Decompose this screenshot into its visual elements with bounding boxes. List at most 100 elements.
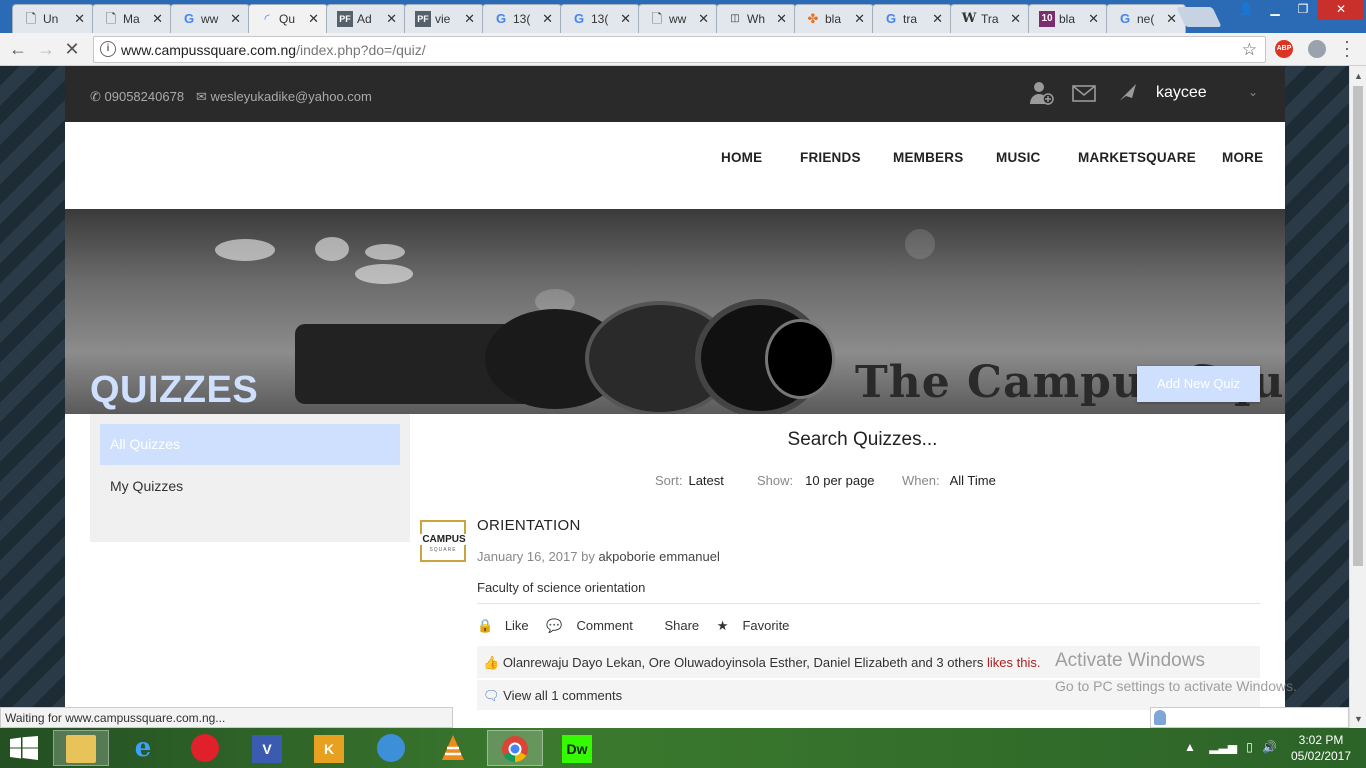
windows-start-icon[interactable] xyxy=(10,736,38,760)
system-clock[interactable]: 3:02 PM 05/02/2017 xyxy=(1283,732,1359,764)
forward-arrow-icon[interactable]: → xyxy=(36,39,56,59)
close-tab-icon[interactable]: ✕ xyxy=(74,11,85,27)
close-tab-icon[interactable]: ✕ xyxy=(1088,11,1099,27)
back-arrow-icon[interactable]: ← xyxy=(8,39,28,59)
user-profile-icon[interactable]: 👤 xyxy=(1236,0,1256,20)
scrollbar-thumb[interactable] xyxy=(1353,86,1363,566)
author-link[interactable]: akpoborie emmanuel xyxy=(598,549,719,564)
likers-list[interactable]: Olanrewaju Dayo Lekan, Ore Oluwadoyinsol… xyxy=(503,655,984,670)
chrome-icon[interactable] xyxy=(487,730,543,766)
close-tab-icon[interactable]: ✕ xyxy=(464,11,475,27)
browser-tab[interactable]: PF vie ✕ xyxy=(404,4,484,33)
kmplayer-icon[interactable]: K xyxy=(301,730,357,766)
maximize-icon[interactable]: ❐ xyxy=(1290,0,1316,20)
browser-menu-icon[interactable]: · · · xyxy=(1342,32,1352,64)
add-new-quiz-button[interactable]: Add New Quiz xyxy=(1137,366,1260,402)
visio-icon[interactable]: V xyxy=(239,730,295,766)
browser-tab[interactable]: 🗋 Ma ✕ xyxy=(92,4,172,33)
bookmark-star-icon[interactable]: ☆ xyxy=(1242,40,1257,60)
address-bar[interactable]: i www.campussquare.com.ng/index.php?do=/… xyxy=(93,36,1266,63)
close-tab-icon[interactable]: ✕ xyxy=(230,11,241,27)
quiz-description: Faculty of science orientation xyxy=(477,580,646,595)
sort-filter[interactable]: Sort: Latest xyxy=(655,473,724,488)
opera-icon[interactable] xyxy=(177,730,233,766)
add-friend-icon[interactable] xyxy=(1028,80,1054,112)
browser-tab[interactable]: ◫ Wh ✕ xyxy=(716,4,796,33)
view-comments-link[interactable]: View all 1 comments xyxy=(503,688,622,703)
likes-this-link[interactable]: likes this. xyxy=(987,655,1040,670)
nav-home[interactable]: HOME xyxy=(721,150,762,165)
browser-tab[interactable]: 10 bla ✕ xyxy=(1028,4,1108,33)
close-window-icon[interactable]: ✕ xyxy=(1318,0,1364,20)
browser-tab[interactable]: G 13(✕ xyxy=(482,4,562,33)
username[interactable]: kaycee xyxy=(1156,84,1207,102)
like-button[interactable]: Like xyxy=(505,618,529,633)
dreamweaver-icon[interactable]: Dw xyxy=(549,730,605,766)
nav-music[interactable]: MUSIC xyxy=(996,150,1041,165)
url-text[interactable]: www.campussquare.com.ng/index.php?do=/qu… xyxy=(121,42,426,58)
browser-tab[interactable]: Gww ✕ xyxy=(170,4,250,33)
nav-more[interactable]: MORE xyxy=(1222,150,1263,165)
browser-tab[interactable]: ✤ bla ✕ xyxy=(794,4,874,33)
phone-contact: ✆ 09058240678 xyxy=(90,89,185,104)
show-filter[interactable]: Show: 10 per page xyxy=(757,473,875,488)
notifications-icon[interactable] xyxy=(1114,80,1140,112)
favorite-button[interactable]: ★ Favorite xyxy=(717,618,804,634)
extension-icon[interactable] xyxy=(1308,40,1326,58)
minimize-icon[interactable]: ▁ xyxy=(1262,0,1288,20)
search-quizzes-heading[interactable]: Search Quizzes... xyxy=(410,429,1315,451)
browser-tab[interactable]: Gne(✕ xyxy=(1106,4,1186,33)
messages-icon[interactable] xyxy=(1071,80,1097,112)
close-tab-icon[interactable]: ✕ xyxy=(1010,11,1021,27)
browser-tab[interactable]: W Tra ✕ xyxy=(950,4,1030,33)
internet-explorer-icon[interactable]: e xyxy=(115,730,171,766)
comment-button[interactable]: 💬 Comment xyxy=(546,618,647,634)
network-icon[interactable]: ▂▃▅ xyxy=(1209,740,1237,754)
vlc-icon[interactable] xyxy=(425,730,481,766)
chat-bar[interactable] xyxy=(1150,707,1349,728)
scroll-up-icon[interactable]: ▲ xyxy=(1354,71,1363,81)
browser-tab[interactable]: 🗋 Un ✕ xyxy=(12,4,94,33)
close-tab-icon[interactable]: ✕ xyxy=(542,11,553,27)
stop-loading-icon[interactable]: ✕ xyxy=(62,39,82,59)
browser-tab[interactable]: PF Ad ✕ xyxy=(326,4,406,33)
nav-marketsquare[interactable]: MARKETSQUARE xyxy=(1078,150,1196,165)
share-button[interactable]: Share xyxy=(664,618,699,633)
idm-icon[interactable] xyxy=(363,730,419,766)
info-icon[interactable]: i xyxy=(100,41,116,57)
file-explorer-icon[interactable] xyxy=(53,730,109,766)
page-title: QUIZZES xyxy=(90,369,259,411)
close-tab-icon[interactable]: ✕ xyxy=(1166,11,1177,27)
loading-icon: ◜ xyxy=(264,11,270,26)
browser-tab[interactable]: Gtra ✕ xyxy=(872,4,952,33)
show-hidden-icons-icon[interactable]: ▲ xyxy=(1184,740,1196,754)
close-tab-icon[interactable]: ✕ xyxy=(308,11,319,27)
battery-icon[interactable]: ▯ xyxy=(1246,740,1253,754)
close-tab-icon[interactable]: ✕ xyxy=(620,11,631,27)
close-tab-icon[interactable]: ✕ xyxy=(386,11,397,27)
close-tab-icon[interactable]: ✕ xyxy=(152,11,163,27)
nav-members[interactable]: MEMBERS xyxy=(893,150,963,165)
quiz-title[interactable]: ORIENTATION xyxy=(477,517,581,534)
adblock-plus-icon[interactable]: ABP xyxy=(1275,40,1293,58)
close-tab-icon[interactable]: ✕ xyxy=(854,11,865,27)
browser-tab-strip: 🗋 Un ✕ 🗋 Ma ✕ Gww ✕ ◜ Qu ✕ PF Ad ✕ PF vie ✕ G 13(✕ G… xyxy=(0,0,1366,34)
browser-tab[interactable]: G 13(✕ xyxy=(560,4,640,33)
close-tab-icon[interactable]: ✕ xyxy=(776,11,787,27)
site-container: ✆ 09058240678 ✉ wesleyukadike@yahoo.com … xyxy=(65,66,1285,728)
sidebar-item-my-quizzes[interactable]: My Quizzes xyxy=(100,466,400,507)
when-filter[interactable]: When: All Time xyxy=(902,473,996,488)
browser-tab-active[interactable]: ◜ Qu ✕ xyxy=(248,4,328,34)
close-tab-icon[interactable]: ✕ xyxy=(932,11,943,27)
chevron-down-icon[interactable]: ⌄ xyxy=(1248,85,1258,99)
close-tab-icon[interactable]: ✕ xyxy=(698,11,709,27)
sidebar-item-all-quizzes[interactable]: All Quizzes xyxy=(100,424,400,465)
nav-friends[interactable]: FRIENDS xyxy=(800,150,861,165)
vertical-scrollbar[interactable]: ▲ ▼ xyxy=(1349,66,1366,728)
scroll-down-icon[interactable]: ▼ xyxy=(1354,714,1363,724)
browser-tab[interactable]: 🗋 ww ✕ xyxy=(638,4,718,33)
campus-square-logo[interactable]: CAMPUS SQUARE xyxy=(419,520,469,562)
google-icon: G xyxy=(573,11,585,26)
bokeh-light xyxy=(215,239,275,261)
volume-icon[interactable]: 🔊 xyxy=(1262,740,1277,754)
